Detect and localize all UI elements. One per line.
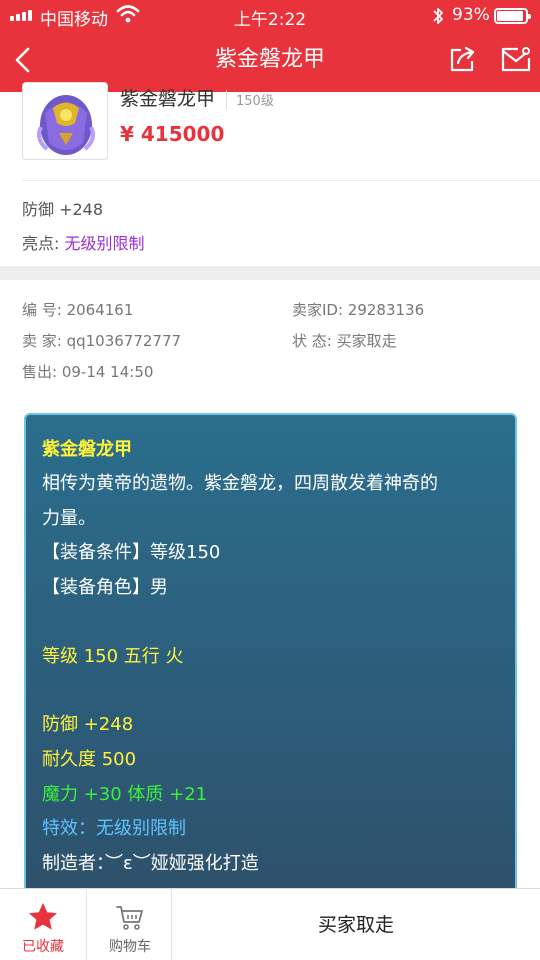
- product-attribute: 防御 +248: [22, 200, 104, 219]
- message-icon[interactable]: [500, 45, 532, 73]
- status-bar: 中国移动 上午2:22 93%: [0, 0, 540, 32]
- highlight-label: 亮点:: [22, 234, 65, 253]
- top-bar: 中国移动 上午2:22 93% 紫金磐龙甲: [0, 0, 540, 92]
- item-thumbnail: [22, 82, 108, 160]
- card-bonus-stats: 魔力 +30 体质 +21: [42, 784, 208, 805]
- product-price: ¥ 415000: [120, 122, 225, 146]
- divider: [22, 180, 540, 181]
- card-maker: 制造者：︶ε︶娅娅强化打造: [42, 853, 259, 874]
- cart-icon: [116, 906, 143, 930]
- card-equip-condition: 【装备条件】等级150: [42, 542, 221, 563]
- product-name: 紫金磐龙甲: [120, 88, 216, 110]
- battery-icon: [494, 8, 531, 24]
- battery-percent: 93%: [452, 5, 490, 25]
- cart-label: 购物车: [109, 939, 151, 955]
- section-gap: [0, 266, 540, 280]
- star-icon: [29, 903, 57, 930]
- product-highlight: 亮点: 无级别限制: [22, 230, 145, 254]
- item-description-card: 紫金磐龙甲 相传为黄帝的遗物。紫金磐龙，四周散发着神奇的 力量。 【装备条件】等…: [24, 413, 517, 933]
- sold-time: 售出: 09-14 14:50: [22, 363, 154, 381]
- highlight-value: 无级别限制: [64, 234, 145, 253]
- card-item-title: 紫金磐龙甲: [42, 439, 132, 460]
- seller-name: 卖 家: qq1036772777: [22, 332, 182, 350]
- card-lore-line-2: 力量。: [42, 508, 96, 529]
- seller-id: 卖家ID: 29283136: [292, 301, 425, 319]
- product-level: 150级: [226, 90, 274, 109]
- card-equip-role: 【装备角色】男: [42, 577, 168, 598]
- battery-fill: [497, 11, 524, 21]
- bottom-bar: 已收藏 购物车 买家取走: [0, 888, 540, 960]
- armor-image: [37, 95, 95, 155]
- trade-status: 状 态: 买家取走: [292, 332, 397, 350]
- serial-number: 编 号: 2064161: [22, 301, 134, 319]
- card-special-effect: 特效：无级别限制: [42, 818, 186, 839]
- card-lore-line-1: 相传为黄帝的遗物。紫金磐龙，四周散发着神奇的: [42, 473, 438, 494]
- favorite-label: 已收藏: [22, 939, 64, 955]
- card-level-element: 等级 150 五行 火: [42, 646, 184, 667]
- trade-status-banner: 买家取走: [317, 914, 394, 936]
- card-defense: 防御 +248: [42, 714, 134, 735]
- bluetooth-icon: [433, 8, 443, 24]
- card-durability: 耐久度 500: [42, 749, 137, 770]
- favorite-button[interactable]: 已收藏: [0, 889, 86, 960]
- cart-button[interactable]: 购物车: [86, 889, 172, 960]
- share-icon[interactable]: [448, 45, 476, 73]
